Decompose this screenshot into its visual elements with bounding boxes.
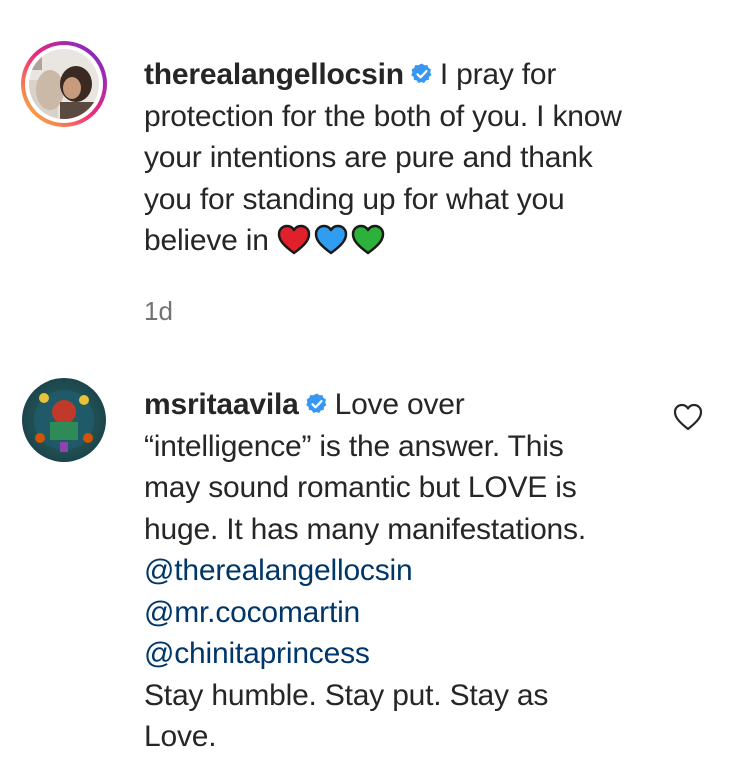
comment-body: msritaavila Love over “intelligence” is t…	[144, 384, 664, 758]
comment-username[interactable]: msritaavila	[144, 388, 299, 421]
mention-link[interactable]: @mr.cocomartin	[144, 592, 664, 634]
comment-text-line: may sound romantic but LOVE is	[144, 471, 577, 504]
comment-first-line: therealangellocsin I pray for	[144, 54, 704, 96]
comment-text-line: I pray for	[439, 58, 557, 91]
red-heart-icon	[277, 224, 311, 255]
comment-text-line: huge. It has many manifestations.	[144, 512, 586, 546]
green-heart-icon	[351, 224, 385, 255]
comment-text-line: “intelligence” is the answer. This	[144, 429, 564, 463]
comment-last-line: believe in	[144, 220, 704, 268]
comment-body: therealangellocsin I pray for protection …	[144, 54, 704, 268]
verified-badge-icon	[305, 393, 326, 413]
comment-timestamp[interactable]: 1d	[144, 296, 173, 327]
like-button[interactable]	[672, 402, 704, 432]
mention-link[interactable]: @chinitaprincess	[144, 633, 664, 675]
blue-heart-icon	[314, 224, 348, 255]
comment-text-line: believe in	[144, 224, 269, 257]
comment-text-line: you for standing up for what you	[144, 182, 565, 216]
comment-text-line: your intentions are pure and thank	[144, 141, 593, 174]
mention-link[interactable]: @therealangellocsin	[144, 550, 664, 592]
comment-text-line: Love over	[334, 388, 465, 421]
comment-text-line: Love.	[144, 720, 217, 753]
avatar-msritaavila[interactable]	[20, 376, 108, 464]
verified-badge-icon	[411, 63, 432, 83]
emoji-group	[277, 224, 388, 268]
comment-text-line: Stay humble. Stay put. Stay as	[144, 678, 549, 712]
comment-first-line: msritaavila Love over	[144, 384, 664, 426]
comment-text-line: protection for the both of you. I know	[144, 99, 622, 133]
heart-outline-icon	[673, 403, 703, 431]
comment-username[interactable]: therealangellocsin	[144, 58, 404, 91]
avatar-therealangellocsin[interactable]	[20, 40, 108, 128]
